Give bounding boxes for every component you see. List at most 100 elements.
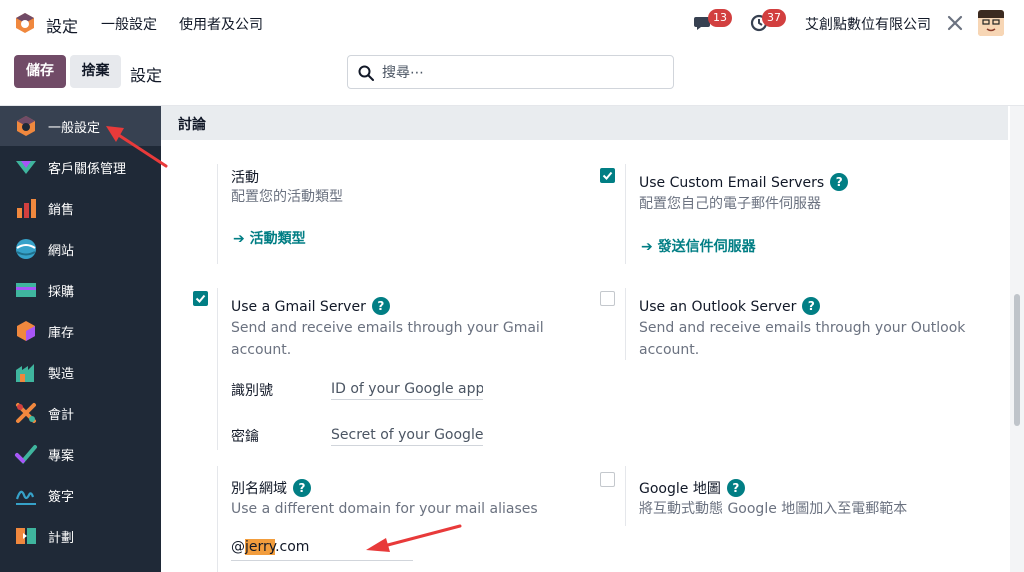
- setting-title-custom-email: Use Custom Email Servers?: [639, 173, 849, 191]
- gmail-title-text: Use a Gmail Server: [231, 299, 366, 315]
- sidebar-item-accounting[interactable]: 會計: [0, 393, 161, 433]
- sidebar-item-planning[interactable]: 計劃: [0, 516, 161, 556]
- website-icon: [16, 239, 36, 259]
- help-icon[interactable]: ?: [830, 173, 849, 191]
- sidebar-item-sales[interactable]: 銷售: [0, 188, 161, 228]
- gmail-client-secret-input[interactable]: [331, 424, 483, 446]
- help-icon[interactable]: ?: [371, 297, 390, 315]
- annotation-arrow-sidebar: [106, 126, 168, 168]
- gmail-client-secret-label: 密鑰: [231, 429, 259, 445]
- annotation-arrow-alias: [366, 524, 462, 552]
- sidebar-item-label: 銷售: [48, 202, 75, 218]
- setting-desc-alias-domain: Use a different domain for your mail ali…: [231, 501, 538, 517]
- sidebar-item-project[interactable]: 專案: [0, 434, 161, 474]
- gmail-client-id-input[interactable]: [331, 378, 483, 400]
- sidebar-item-label: 庫存: [48, 325, 75, 341]
- crm-icon: [16, 161, 36, 174]
- setting-desc-outlook-line2: account.: [639, 342, 700, 358]
- sign-icon: [15, 490, 36, 505]
- setting-title-alias-domain: 別名網域?: [231, 478, 311, 498]
- outgoing-mail-servers-link[interactable]: ➔ 發送信件伺服器: [641, 236, 756, 256]
- sidebar-item-label: 會計: [48, 407, 75, 423]
- sidebar-item-label: 簽字: [48, 489, 75, 505]
- company-switcher[interactable]: 艾創點數位有限公司: [805, 14, 931, 34]
- setting-divider: [217, 288, 218, 450]
- discard-button[interactable]: 捨棄: [70, 55, 121, 88]
- setting-title-activities: 活動: [231, 170, 259, 186]
- sidebar-item-inventory[interactable]: 庫存: [0, 311, 161, 351]
- setting-divider: [625, 288, 626, 360]
- sidebar-item-purchase[interactable]: 採購: [0, 270, 161, 310]
- top-navbar: 設定 一般設定 使用者及公司 13 37 艾創點數位有限公司: [0, 0, 1024, 46]
- user-avatar[interactable]: [978, 10, 1004, 36]
- activity-types-link[interactable]: ➔ 活動類型: [233, 228, 306, 248]
- manufacturing-icon: [16, 364, 34, 382]
- setting-divider: [217, 466, 218, 572]
- search-input[interactable]: [382, 62, 662, 84]
- outlook-server-checkbox[interactable]: [600, 291, 615, 306]
- settings-app-icon[interactable]: [14, 12, 36, 34]
- setting-desc-custom-email: 配置您自己的電子郵件伺服器: [639, 196, 821, 212]
- setting-divider: [217, 164, 218, 264]
- search-icon: [358, 65, 374, 81]
- activity-count-badge: 37: [762, 9, 786, 27]
- menu-users-companies[interactable]: 使用者及公司: [179, 14, 263, 34]
- save-button[interactable]: 儲存: [14, 55, 66, 88]
- sidebar-item-manufacturing[interactable]: 製造: [0, 352, 161, 392]
- scrollbar-thumb[interactable]: [1014, 294, 1020, 426]
- breadcrumb-title: 設定: [130, 66, 163, 85]
- accounting-icon: [16, 403, 36, 423]
- chat-count-badge: 13: [708, 9, 732, 27]
- menu-general-settings[interactable]: 一般設定: [101, 14, 157, 34]
- custom-email-checkbox[interactable]: [600, 168, 615, 183]
- setting-title-google-maps: Google 地圖?: [639, 478, 745, 498]
- setting-desc-gmail-line2: account.: [231, 342, 292, 358]
- check-icon: [602, 171, 613, 180]
- alias-suffix: .com: [275, 539, 310, 555]
- debug-tools-icon[interactable]: [946, 14, 964, 32]
- help-icon[interactable]: ?: [726, 479, 745, 497]
- setting-title-gmail: Use a Gmail Server?: [231, 297, 390, 315]
- avatar-face-icon: [978, 10, 1004, 36]
- check-icon: [195, 294, 206, 303]
- gmail-server-checkbox[interactable]: [193, 291, 208, 306]
- sidebar-item-label: 製造: [48, 366, 75, 382]
- sidebar-item-label: 計劃: [48, 530, 75, 546]
- sales-icon: [17, 199, 36, 218]
- custom-email-title-text: Use Custom Email Servers: [639, 175, 825, 191]
- settings-icon: [17, 116, 35, 136]
- setting-divider: [625, 164, 626, 264]
- sidebar-item-label: 一般設定: [48, 120, 101, 136]
- outlook-title-text: Use an Outlook Server: [639, 299, 797, 315]
- google-maps-checkbox[interactable]: [600, 472, 615, 487]
- sidebar-item-label: 採購: [48, 284, 75, 300]
- alias-prefix: @: [231, 539, 245, 555]
- gmail-client-id-label: 識別號: [231, 383, 273, 399]
- planning-icon: [16, 528, 36, 544]
- setting-desc-gmail-line1: Send and receive emails through your Gma…: [231, 320, 544, 336]
- sidebar-item-website[interactable]: 網站: [0, 229, 161, 269]
- activity-types-link-label: 活動類型: [249, 231, 306, 247]
- setting-desc-outlook-line1: Send and receive emails through your Out…: [639, 320, 966, 336]
- app-name[interactable]: 設定: [46, 13, 78, 37]
- purchase-icon: [16, 283, 36, 297]
- section-header-discuss: 討論: [161, 106, 1008, 140]
- sidebar-item-label: 網站: [48, 243, 75, 259]
- vertical-scrollbar[interactable]: [1010, 106, 1024, 572]
- google-maps-title-text: Google 地圖: [639, 481, 721, 497]
- help-icon[interactable]: ?: [802, 297, 821, 315]
- setting-desc-activities: 配置您的活動類型: [231, 189, 343, 205]
- alias-title-text: 別名網域: [231, 481, 287, 497]
- project-icon: [15, 445, 37, 464]
- alias-highlight: jerry: [245, 539, 276, 555]
- sidebar-item-label: 專案: [48, 448, 75, 464]
- control-panel: 儲存 捨棄 設定: [0, 46, 1024, 106]
- sidebar-item-sign[interactable]: 簽字: [0, 475, 161, 515]
- inventory-icon: [17, 321, 35, 341]
- setting-divider: [625, 466, 626, 526]
- setting-title-outlook: Use an Outlook Server?: [639, 297, 821, 315]
- search-box[interactable]: [347, 55, 674, 89]
- setting-desc-google-maps: 將互動式動態 Google 地圖加入至電郵範本: [639, 501, 908, 517]
- help-icon[interactable]: ?: [293, 479, 311, 497]
- settings-sidebar: 一般設定 客戶關係管理 銷售 網站 採購 庫存 製造 會計 專案 簽字 計劃: [0, 106, 161, 572]
